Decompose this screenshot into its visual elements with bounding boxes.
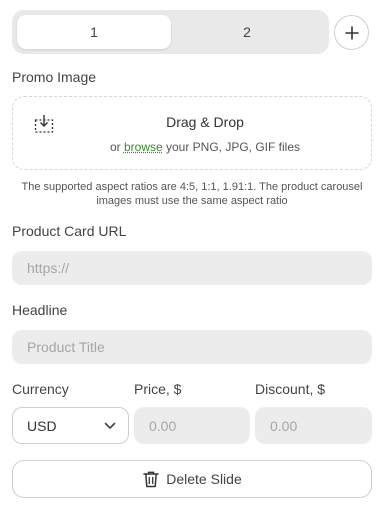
- image-dropzone[interactable]: Drag & Drop or browse your PNG, JPG, GIF…: [12, 96, 372, 170]
- dropzone-suffix: your PNG, JPG, GIF files: [162, 140, 301, 154]
- price-input[interactable]: 0.00: [134, 407, 250, 444]
- tab-slide-2[interactable]: 2: [170, 15, 324, 49]
- delete-slide-label: Delete Slide: [166, 471, 242, 487]
- price-label: Price, $: [134, 381, 182, 397]
- discount-input[interactable]: 0.00: [255, 407, 372, 444]
- dropzone-prefix: or: [109, 140, 124, 154]
- dropzone-title: Drag & Drop: [166, 114, 244, 130]
- product-card-url-label: Product Card URL: [12, 223, 127, 239]
- dropzone-subtitle: or browse your PNG, JPG, GIF files: [13, 140, 371, 154]
- delete-slide-button[interactable]: Delete Slide: [12, 460, 372, 498]
- slide-tabs-row: 1 2: [12, 10, 372, 54]
- plus-icon: [344, 25, 359, 40]
- tab-slide-1[interactable]: 1: [17, 15, 171, 49]
- trash-icon: [143, 471, 159, 488]
- discount-label: Discount, $: [255, 381, 326, 397]
- add-slide-button[interactable]: [334, 15, 369, 50]
- headline-label: Headline: [12, 302, 68, 318]
- headline-input[interactable]: Product Title: [12, 330, 372, 364]
- slide-tabs: 1 2: [12, 10, 329, 54]
- currency-label: Currency: [12, 381, 69, 397]
- aspect-ratio-hint: The supported aspect ratios are 4:5, 1:1…: [21, 181, 363, 207]
- product-card-url-input[interactable]: https://: [12, 251, 372, 285]
- promo-image-label: Promo Image: [12, 69, 97, 85]
- currency-value: USD: [27, 417, 57, 434]
- chevron-down-icon: [104, 422, 116, 429]
- browse-link[interactable]: browse: [124, 140, 163, 154]
- currency-select[interactable]: USD: [12, 407, 129, 444]
